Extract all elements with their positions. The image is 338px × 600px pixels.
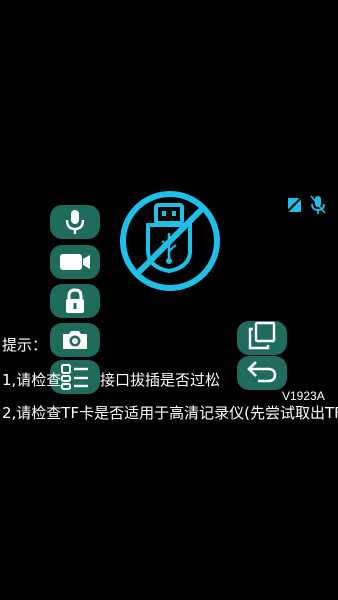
video-camera-icon: [58, 251, 92, 273]
lock-icon: [63, 287, 87, 315]
camera-icon: [60, 328, 90, 352]
hint-line1-prefix: 1,请检查: [2, 371, 62, 389]
back-icon: [246, 358, 278, 388]
photo-button[interactable]: [50, 323, 100, 357]
copy-button[interactable]: [237, 321, 287, 355]
microphone-muted-icon: [308, 194, 328, 220]
copy-icon: [247, 321, 277, 355]
menu-list-icon: [60, 363, 90, 391]
hint-line1-suffix: 接口拔插是否过松: [100, 371, 221, 389]
lock-button[interactable]: [50, 284, 100, 318]
sd-card-error-icon: [285, 196, 303, 218]
hint-title: 提示：: [2, 336, 48, 354]
hint-line2: 2,请检查TF卡是否适用于高清记录仪(先尝试取出TF: [2, 404, 338, 422]
microphone-button[interactable]: [50, 205, 100, 239]
video-record-button[interactable]: [50, 245, 100, 279]
microphone-icon: [63, 208, 87, 236]
version-label: V1923A: [282, 389, 325, 403]
back-button[interactable]: [237, 356, 287, 390]
usb-disconnected-icon: [118, 189, 222, 293]
